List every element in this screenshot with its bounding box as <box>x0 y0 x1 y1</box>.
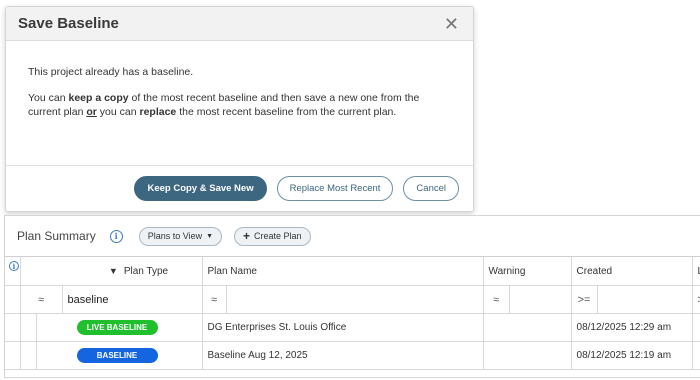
dialog-body: This project already has a baseline. You… <box>6 41 473 167</box>
plan-name-filter-input[interactable] <box>225 285 484 314</box>
warning-cell <box>482 341 572 370</box>
plan-name-cell: Baseline Aug 12, 2025 <box>201 341 484 370</box>
table-row[interactable]: BASELINE Baseline Aug 12, 2025 08/12/202… <box>5 341 700 370</box>
chevron-down-icon: ▼ <box>206 232 214 240</box>
plans-to-view-dropdown[interactable]: Plans to View ▼ <box>138 226 223 246</box>
status-badge: BASELINE <box>76 348 158 363</box>
keep-copy-save-new-button[interactable]: Keep Copy & Save New <box>134 176 267 201</box>
create-plan-label: Create Plan <box>254 231 302 241</box>
warning-filter-input[interactable] <box>508 285 572 314</box>
table-row[interactable]: LIVE BASELINE DG Enterprises St. Louis O… <box>5 313 700 342</box>
plan-summary-panel: Plan Summary i Plans to View ▼ + Create … <box>4 215 700 378</box>
next-filter-operator[interactable]: > <box>691 285 700 314</box>
panel-title: Plan Summary <box>17 229 96 243</box>
plus-icon: + <box>243 229 251 243</box>
column-header-plan-name[interactable]: Plan Name <box>201 256 484 286</box>
create-plan-button[interactable]: + Create Plan <box>234 226 311 246</box>
plan-type-filter-input[interactable]: baseline <box>61 285 203 314</box>
created-cell: 08/12/2025 12:29 am <box>570 313 693 342</box>
column-header-created[interactable]: Created <box>570 256 693 286</box>
column-header-plan-type[interactable]: ▼ Plan Type <box>19 256 203 286</box>
warning-cell <box>482 313 572 342</box>
created-cell: 08/12/2025 12:19 am <box>570 341 693 370</box>
dialog-title: Save Baseline <box>18 15 119 32</box>
column-header-next[interactable]: L <box>691 256 700 286</box>
info-icon[interactable]: i <box>109 229 123 243</box>
filter-row: ≈ baseline ≈ ≈ >= > <box>5 285 700 314</box>
created-filter-operator[interactable]: >= <box>570 285 598 314</box>
dialog-message-1: This project already has a baseline. <box>28 66 194 78</box>
cancel-button[interactable]: Cancel <box>403 176 459 201</box>
funnel-icon[interactable]: ▼ <box>109 266 118 276</box>
column-header-warning[interactable]: Warning <box>482 256 572 286</box>
warning-filter-operator[interactable]: ≈ <box>482 285 510 314</box>
status-badge: LIVE BASELINE <box>76 320 158 335</box>
table-header-row: ▼Plan Type Plan Name Warning Created L <box>5 256 700 286</box>
dialog-footer: Keep Copy & Save New Replace Most Recent… <box>6 165 473 211</box>
plan-name-filter-operator[interactable]: ≈ <box>201 285 227 314</box>
created-filter-input[interactable] <box>596 285 693 314</box>
plan-name-cell: DG Enterprises St. Louis Office <box>201 313 484 342</box>
dialog-header: Save Baseline ✕ <box>6 7 473 41</box>
replace-most-recent-button[interactable]: Replace Most Recent <box>276 176 394 201</box>
plan-summary-table: ▼Plan Type Plan Name Warning Created L ≈… <box>5 256 700 370</box>
plan-type-filter-operator[interactable]: ≈ <box>19 285 63 314</box>
plans-to-view-label: Plans to View <box>147 231 203 241</box>
dialog-message-2: You can keep a copy of the most recent b… <box>28 92 420 118</box>
panel-toolbar: Plan Summary i Plans to View ▼ + Create … <box>5 216 700 256</box>
save-baseline-dialog: Save Baseline ✕ This project already has… <box>5 6 474 212</box>
close-icon[interactable]: ✕ <box>444 15 459 33</box>
